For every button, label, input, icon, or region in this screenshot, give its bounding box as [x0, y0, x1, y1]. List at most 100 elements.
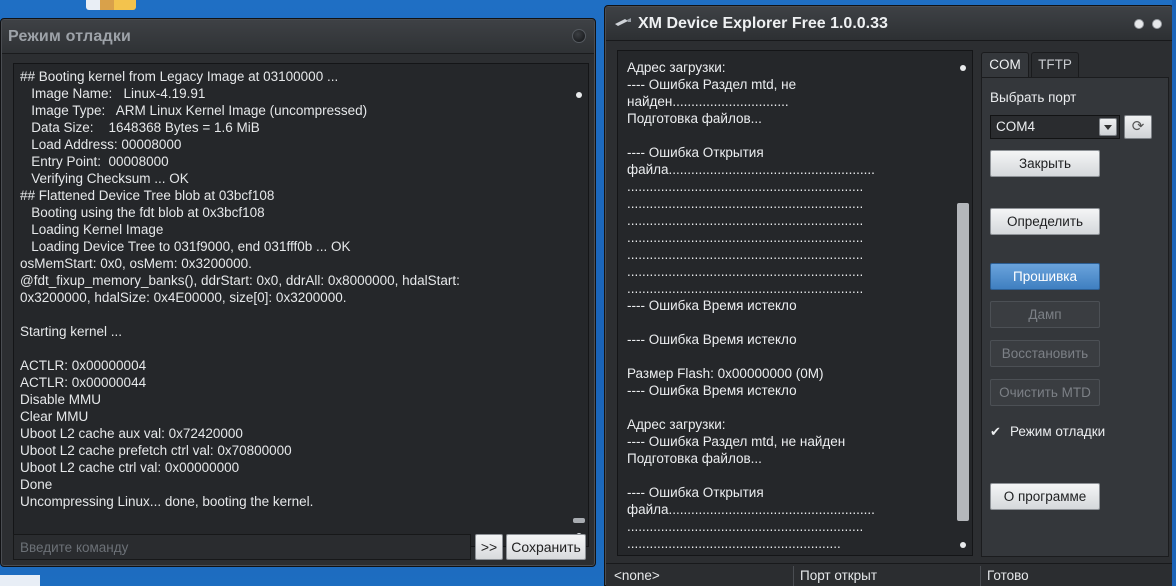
port-select-value: COM4 — [996, 119, 1036, 134]
scroll-down-icon[interactable] — [960, 542, 966, 548]
console-line: Uncompressing Linux... done, booting the… — [20, 494, 314, 509]
log-line: ........................................… — [627, 247, 864, 262]
status-divider — [793, 566, 794, 586]
log-line: Размер Flash: 0x00000000 (0M) — [627, 366, 824, 381]
xm-window-title: XM Device Explorer Free 1.0.0.33 — [638, 15, 888, 32]
console-line: Booting using the fdt blob at 0x3bcf108 — [20, 205, 265, 220]
console-line: Uboot L2 cache prefetch ctrl val: 0x7080… — [20, 443, 292, 458]
refresh-icon: ⟳ — [1131, 118, 1145, 135]
send-command-button[interactable]: >> — [475, 534, 503, 560]
minimize-icon[interactable] — [1134, 19, 1144, 29]
log-line: ---- Ошибка Раздел mtd, не найден — [627, 434, 846, 449]
xm-log-output: Адрес загрузки: ---- Ошибка Раздел mtd, н… — [627, 59, 947, 553]
console-line: ## Flattened Device Tree blob at 03bcf10… — [20, 188, 275, 203]
log-line: ---- Ошибка Время истекло — [627, 298, 797, 313]
camera-icon — [615, 18, 631, 26]
console-line: ACTLR: 0x00000044 — [20, 375, 147, 390]
console-line: @fdt_fixup_memory_banks(), ddrStart: 0x0… — [20, 273, 460, 288]
log-line: ---- Ошибка Открытия — [627, 145, 764, 160]
status-divider — [980, 566, 981, 586]
scroll-up-icon[interactable] — [576, 92, 582, 98]
command-input[interactable] — [13, 534, 471, 560]
flash-button[interactable]: Прошивка — [990, 263, 1100, 290]
status-state: Готово — [987, 568, 1029, 583]
console-line: Uboot L2 cache aux val: 0x72420000 — [20, 426, 243, 441]
log-line: ........................................… — [627, 179, 864, 194]
scroll-thumb[interactable] — [957, 203, 969, 521]
tab-tftp[interactable]: TFTP — [1031, 52, 1079, 78]
console-output: ## Booting kernel from Legacy Image at 0… — [20, 68, 566, 542]
desktop-icon[interactable] — [86, 0, 136, 10]
log-line: ........................................… — [627, 536, 841, 551]
console-line: Verifying Checksum ... OK — [20, 171, 189, 186]
about-button[interactable]: О программе — [990, 483, 1100, 510]
status-port: Порт открыт — [800, 568, 878, 583]
close-icon[interactable] — [1152, 19, 1162, 29]
debug-window: Режим отладки ## Booting kernel from Leg… — [0, 18, 596, 567]
debug-window-title: Режим отладки — [8, 28, 132, 45]
xm-log-panel[interactable]: Адрес загрузки: ---- Ошибка Раздел mtd, н… — [617, 50, 973, 556]
chevron-down-icon[interactable] — [1099, 118, 1117, 136]
log-line: ---- Ошибка Время истекло — [627, 332, 797, 347]
log-line: ........................................… — [627, 230, 864, 245]
xm-device-explorer-window: XM Device Explorer Free 1.0.0.33 Адрес з… — [604, 5, 1174, 586]
debug-console[interactable]: ## Booting kernel from Legacy Image at 0… — [13, 63, 589, 547]
log-line: найден............................... — [627, 94, 789, 109]
log-line: Адрес загрузки: — [627, 417, 726, 432]
refresh-ports-button[interactable]: ⟳ — [1124, 115, 1152, 139]
debug-window-titlebar[interactable]: Режим отладки — [2, 20, 594, 54]
console-line: Entry Point: 00008000 — [20, 154, 169, 169]
detect-button[interactable]: Определить — [990, 208, 1100, 235]
clear-mtd-button[interactable]: Очистить MTD — [990, 379, 1100, 406]
console-line: ACTLR: 0x00000004 — [20, 358, 147, 373]
log-line: ---- Ошибка Время истекло — [627, 383, 797, 398]
console-line: Starting kernel ... — [20, 324, 123, 339]
log-line: файла...................................… — [627, 502, 875, 517]
restore-button[interactable]: Восстановить — [990, 340, 1100, 367]
console-line: Data Size: 1648368 Bytes = 1.6 MiB — [20, 120, 260, 135]
status-bar: <none> Порт открыт Готово — [606, 563, 1172, 586]
console-line: Load Address: 00008000 — [20, 137, 182, 152]
console-line: Disable MMU — [20, 392, 102, 407]
tab-com[interactable]: COM — [981, 52, 1029, 78]
scroll-thumb[interactable] — [573, 518, 585, 523]
log-line: файла...................................… — [627, 162, 875, 177]
taskbar-fragment — [0, 575, 40, 586]
desktop-edge — [1172, 0, 1176, 586]
console-line: 0x3200000, hdalSize: 0x4E00000, size[0]:… — [20, 290, 347, 305]
log-line: ---- Ошибка Открытия — [627, 485, 764, 500]
log-scrollbar[interactable] — [954, 51, 972, 555]
console-line: Uboot L2 cache ctrl val: 0x00000000 — [20, 460, 240, 475]
console-line: osMemStart: 0x0, osMem: 0x3200000. — [20, 256, 252, 271]
dump-button[interactable]: Дамп — [990, 301, 1100, 328]
status-device: <none> — [614, 568, 660, 583]
log-line: Подготовка файлов... — [627, 451, 762, 466]
log-line: ........................................… — [627, 264, 864, 279]
com-panel: Выбрать порт COM4 ⟳ Закрыть Определить П… — [981, 77, 1169, 557]
save-log-button[interactable]: Сохранить — [506, 534, 586, 560]
log-line: ........................................… — [627, 519, 864, 534]
console-line: Done — [20, 477, 53, 492]
debug-mode-checkbox[interactable]: ✔ — [990, 425, 1003, 438]
log-line: Подготовка файлов... — [627, 111, 762, 126]
log-line: ........................................… — [627, 196, 864, 211]
console-scrollbar[interactable] — [570, 64, 588, 546]
xm-window-titlebar[interactable]: XM Device Explorer Free 1.0.0.33 — [606, 7, 1172, 41]
console-line: Loading Device Tree to 031f9000, end 031… — [20, 239, 351, 254]
close-port-button[interactable]: Закрыть — [990, 150, 1100, 177]
window-close-icon[interactable] — [572, 29, 586, 43]
log-line: Адрес загрузки: — [627, 60, 726, 75]
console-line: ## Booting kernel from Legacy Image at 0… — [20, 69, 339, 84]
console-line: Image Name: Linux-4.19.91 — [20, 86, 206, 101]
log-line: ---- Ошибка Раздел mtd, не — [627, 77, 797, 92]
scroll-up-icon[interactable] — [960, 65, 966, 71]
log-line: ........................................… — [627, 213, 864, 228]
port-select[interactable]: COM4 — [990, 115, 1120, 139]
debug-mode-label[interactable]: Режим отладки — [1010, 424, 1105, 439]
